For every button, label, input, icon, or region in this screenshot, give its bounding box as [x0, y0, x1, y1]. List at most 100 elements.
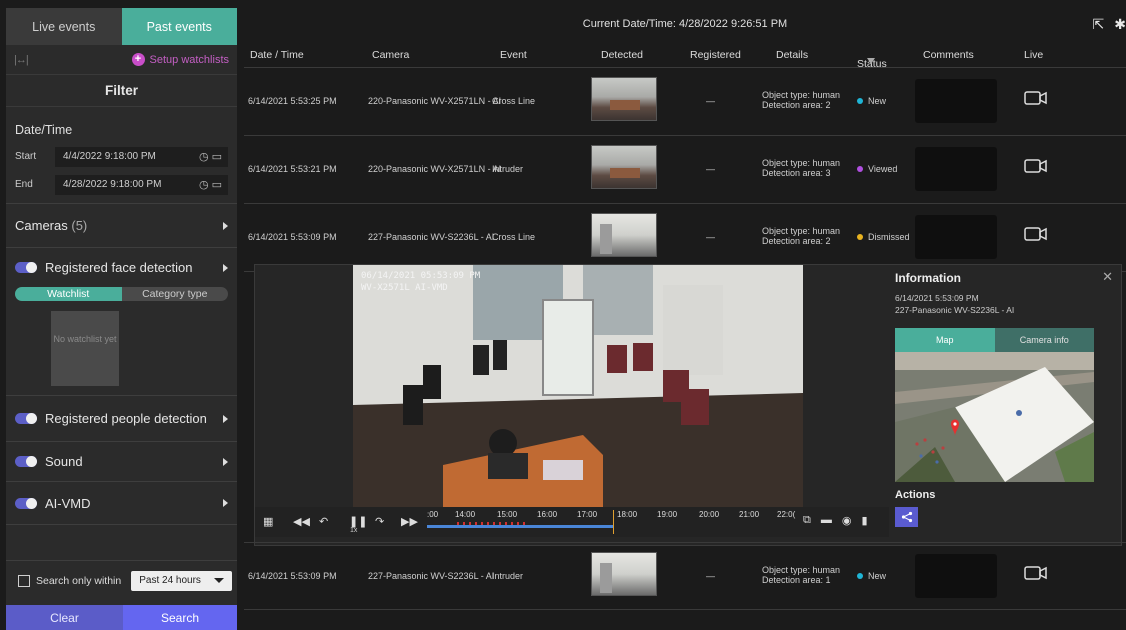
row-registered: —	[706, 232, 715, 242]
row-event: Cross Line	[492, 232, 536, 242]
events-panel: Current Date/Time: 4/28/2022 9:26:51 PM …	[244, 8, 1126, 630]
status-badge: Dismissed	[857, 232, 910, 242]
bookmark-icon[interactable]: ▮	[861, 514, 867, 527]
video-camera-icon[interactable]	[1024, 227, 1048, 241]
tab-map[interactable]: Map	[895, 328, 995, 352]
status-dot	[857, 98, 863, 104]
export-clip-icon[interactable]: ⧉	[803, 514, 811, 527]
people-detection-section[interactable]: Registered people detection	[6, 395, 237, 441]
face-detection-section[interactable]: Registered face detection	[6, 247, 237, 287]
aivmd-label: AI-VMD	[45, 495, 91, 511]
row-camera: 220-Panasonic WV-X2571LN - AI	[368, 96, 502, 106]
table-header: Date / Time Camera Event Detected Regist…	[244, 40, 1126, 70]
gear-icon[interactable]: ✱	[1114, 16, 1126, 33]
fast-rewind-icon[interactable]: ◀◀	[293, 515, 310, 528]
filter-funnel-icon[interactable]	[867, 58, 875, 64]
playback-panel: 06/14/2021 05:53:09 PM WV-X2571L AI-VMD …	[254, 264, 1122, 546]
sound-toggle[interactable]	[15, 456, 37, 467]
time-range-select[interactable]: Past 24 hours	[131, 570, 233, 591]
video-player[interactable]: 06/14/2021 05:53:09 PM WV-X2571L AI-VMD	[353, 265, 803, 507]
fast-forward-icon[interactable]: ▶▶	[401, 515, 418, 528]
sound-section[interactable]: Sound	[6, 441, 237, 481]
detected-thumbnail[interactable]	[591, 145, 657, 189]
comment-box[interactable]	[915, 215, 997, 259]
col-details: Details	[776, 49, 809, 61]
step-forward-icon[interactable]: ↷	[375, 515, 384, 528]
video-camera-icon[interactable]	[1024, 566, 1048, 580]
share-button[interactable]	[895, 507, 918, 527]
watchlist-category-switch: Watchlist Category type	[15, 287, 228, 301]
start-date-field[interactable]: 4/4/2022 9:18:00 PM ◷ ▭	[55, 146, 228, 167]
row-registered: —	[706, 571, 715, 581]
tab-watchlist[interactable]: Watchlist	[15, 287, 122, 301]
start-date-row: Start 4/4/2022 9:18:00 PM ◷ ▭	[6, 145, 237, 168]
comment-box[interactable]	[915, 554, 997, 598]
aivmd-toggle[interactable]	[15, 497, 37, 509]
setup-watchlists-button[interactable]: + Setup watchlists	[131, 53, 229, 66]
search-within-checkbox[interactable]	[18, 574, 30, 587]
playhead[interactable]	[613, 510, 614, 534]
search-button[interactable]: Search	[123, 605, 237, 630]
col-live: Live	[1024, 49, 1044, 61]
time-range-value: Past 24 hours	[139, 575, 201, 586]
calendar-icon[interactable]: ▭	[212, 178, 222, 191]
col-event: Event	[500, 49, 527, 61]
film-icon[interactable]: ▬	[821, 514, 832, 527]
video-frame	[353, 265, 803, 507]
row-datetime: 6/14/2021 5:53:09 PM	[248, 571, 337, 581]
col-registered: Registered	[690, 49, 741, 61]
search-within-row: Search only within Past 24 hours	[6, 560, 237, 600]
table-row[interactable]: 6/14/2021 5:53:09 PM 227-Panasonic WV-S2…	[244, 542, 1126, 610]
event-mode-tabs: Live events Past events	[6, 8, 237, 45]
export-icon[interactable]: ⇱	[1093, 16, 1105, 33]
detected-thumbnail[interactable]	[591, 77, 657, 121]
face-detection-label: Registered face detection	[45, 260, 193, 275]
video-camera-icon[interactable]	[1024, 159, 1048, 173]
timeline[interactable]: :00 14:00 15:00 16:00 17:00 18:00 19:00 …	[427, 510, 802, 535]
status-badge: New	[857, 96, 886, 106]
tab-live-events[interactable]: Live events	[6, 8, 122, 45]
video-camera-icon[interactable]	[1024, 91, 1048, 105]
comment-box[interactable]	[915, 79, 997, 123]
table-row[interactable]: 6/14/2021 5:53:21 PM 220-Panasonic WV-X2…	[244, 136, 1126, 204]
end-date-field[interactable]: 4/28/2022 9:18:00 PM ◷ ▭	[55, 174, 228, 195]
detected-thumbnail[interactable]	[591, 213, 657, 257]
status-badge: New	[857, 571, 886, 581]
detected-thumbnail[interactable]	[591, 552, 657, 596]
chevron-right-icon	[223, 457, 228, 466]
tab-camera-info[interactable]: Camera info	[994, 328, 1094, 352]
tab-past-events[interactable]: Past events	[121, 8, 237, 45]
cameras-section[interactable]: Cameras (5)	[6, 203, 237, 247]
share-icon	[901, 511, 912, 523]
camera-snapshot-icon[interactable]: ◉	[842, 514, 852, 527]
comment-box[interactable]	[915, 147, 997, 191]
clock-icon[interactable]: ◷	[199, 178, 209, 191]
status-dot	[857, 573, 863, 579]
col-detected: Detected	[601, 49, 644, 61]
clear-button[interactable]: Clear	[6, 605, 123, 630]
table-row[interactable]: 6/14/2021 5:53:25 PM 220-Panasonic WV-X2…	[244, 68, 1126, 136]
row-registered: —	[706, 96, 715, 106]
information-title: Information	[895, 271, 961, 285]
cameras-label: Cameras	[15, 218, 68, 233]
cameras-count: (5)	[71, 218, 88, 233]
chevron-right-icon	[223, 499, 228, 507]
map-view[interactable]	[895, 352, 1094, 482]
end-label: End	[15, 179, 33, 190]
calendar-icon[interactable]: ▭	[212, 150, 222, 163]
people-detection-toggle[interactable]	[15, 413, 37, 424]
clock-icon[interactable]: ◷	[199, 150, 209, 163]
calendar-icon[interactable]: ▦	[263, 515, 273, 528]
event-markers	[457, 522, 527, 525]
satellite-map	[895, 352, 1094, 482]
tab-category-type[interactable]: Category type	[121, 287, 228, 301]
row-camera: 220-Panasonic WV-X2571LN - AI	[368, 164, 502, 174]
plus-circle-icon: +	[131, 53, 145, 66]
table-row[interactable]: 6/14/2021 5:53:09 PM 227-Panasonic WV-S2…	[244, 204, 1126, 272]
aivmd-section[interactable]: AI-VMD	[6, 481, 237, 525]
status-dot	[857, 234, 863, 240]
expand-width-icon[interactable]: |↔|	[14, 54, 29, 66]
chevron-right-icon	[223, 221, 228, 230]
step-back-icon[interactable]: ↶	[319, 515, 328, 528]
face-detection-toggle[interactable]	[15, 262, 37, 273]
